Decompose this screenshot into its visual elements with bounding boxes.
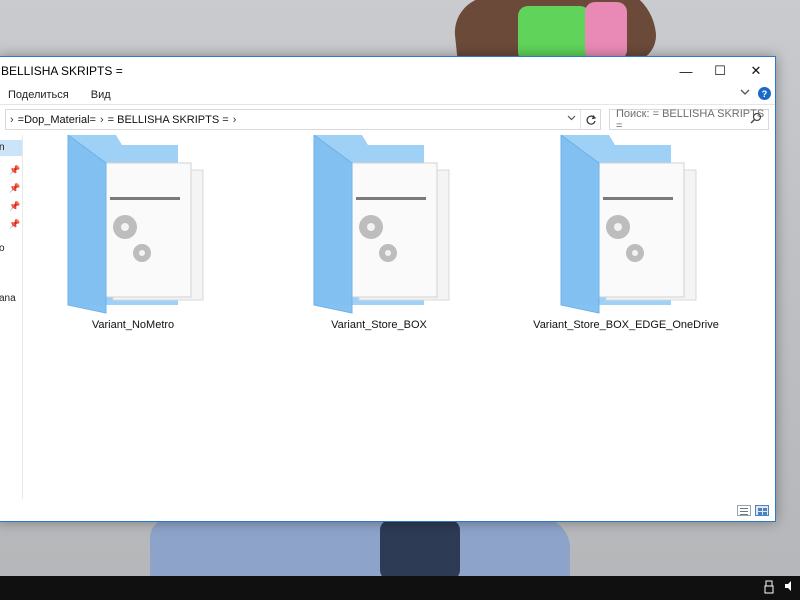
explorer-body: n 📌 📌 📌 📌 o ana Variant_NoMetro Variant_… <box>0 135 775 521</box>
tab-share[interactable]: Поделиться <box>0 85 80 105</box>
refresh-icon[interactable] <box>580 110 600 129</box>
folder-item[interactable]: Variant_Store_BOX_EDGE_OneDrive <box>533 135 719 340</box>
details-view-icon[interactable] <box>737 504 751 516</box>
window-controls: — ☐ ✕ <box>669 57 775 85</box>
breadcrumb-bellisha-skripts[interactable]: = BELLISHA SKRIPTS = <box>108 114 229 126</box>
pin-icon: 📌 <box>9 201 21 211</box>
breadcrumb-separator-icon[interactable]: › <box>229 114 241 126</box>
navigation-pane[interactable]: n 📌 📌 📌 📌 o ana <box>0 135 23 499</box>
minimize-button[interactable]: — <box>669 57 703 85</box>
nav-item-selected[interactable]: n <box>0 140 22 156</box>
wallpaper-green-wristband <box>518 6 590 62</box>
breadcrumb-dop-material[interactable]: =Dop_Material= <box>18 114 96 126</box>
address-bar[interactable]: › =Dop_Material= › = BELLISHA SKRIPTS = … <box>5 109 601 130</box>
search-icon[interactable] <box>750 112 762 127</box>
taskbar <box>0 576 800 600</box>
search-input[interactable]: Поиск: = BELLISHA SKRIPTS = <box>609 107 769 132</box>
breadcrumb-separator-icon[interactable]: › <box>6 114 18 126</box>
folder-icon <box>313 135 450 314</box>
system-tray <box>764 580 796 597</box>
title-bar[interactable]: BELLISHA SKRIPTS = — ☐ ✕ <box>0 57 775 85</box>
status-bar <box>0 499 775 521</box>
address-row: › =Dop_Material= › = BELLISHA SKRIPTS = … <box>0 105 775 135</box>
folder-item[interactable]: Variant_Store_BOX <box>289 135 469 340</box>
breadcrumb-separator-icon[interactable]: › <box>96 114 108 126</box>
tab-view[interactable]: Вид <box>80 85 122 105</box>
ribbon-tabs: Поделиться Вид ? <box>0 85 775 105</box>
folder-icon <box>560 135 697 314</box>
close-button[interactable]: ✕ <box>737 57 775 85</box>
folder-name: Variant_NoMetro <box>91 319 175 331</box>
folder-name: Variant_Store_BOX <box>331 319 427 331</box>
search-placeholder: Поиск: = BELLISHA SKRIPTS = <box>616 107 765 132</box>
wallpaper-shirt-dark <box>380 520 460 580</box>
volume-icon[interactable] <box>784 580 796 597</box>
pin-icon: 📌 <box>9 219 21 229</box>
address-history-dropdown-icon[interactable] <box>567 113 576 124</box>
ribbon-right-controls: ? <box>740 87 771 100</box>
nav-item-label[interactable]: o <box>0 243 5 254</box>
pin-icon: 📌 <box>9 165 21 175</box>
help-icon[interactable]: ? <box>758 87 771 100</box>
folder-name: Variant_Store_BOX_EDGE_OneDrive <box>533 319 719 331</box>
file-view[interactable]: Variant_NoMetro Variant_Store_BOX Varian… <box>23 135 775 499</box>
nav-item-label[interactable]: ana <box>0 293 16 304</box>
pin-icon: 📌 <box>9 183 21 193</box>
explorer-window: BELLISHA SKRIPTS = — ☐ ✕ Поделиться Вид … <box>0 56 776 522</box>
wallpaper-pink-wristband <box>585 2 627 60</box>
maximize-button[interactable]: ☐ <box>703 57 737 85</box>
folder-icon <box>67 135 204 314</box>
window-title: BELLISHA SKRIPTS = <box>1 64 123 78</box>
usb-device-icon[interactable] <box>764 580 774 597</box>
folder-item[interactable]: Variant_NoMetro <box>43 135 223 340</box>
nav-item-label: n <box>0 142 5 153</box>
large-icons-view-icon[interactable] <box>755 504 769 516</box>
chevron-down-icon[interactable] <box>740 88 750 99</box>
